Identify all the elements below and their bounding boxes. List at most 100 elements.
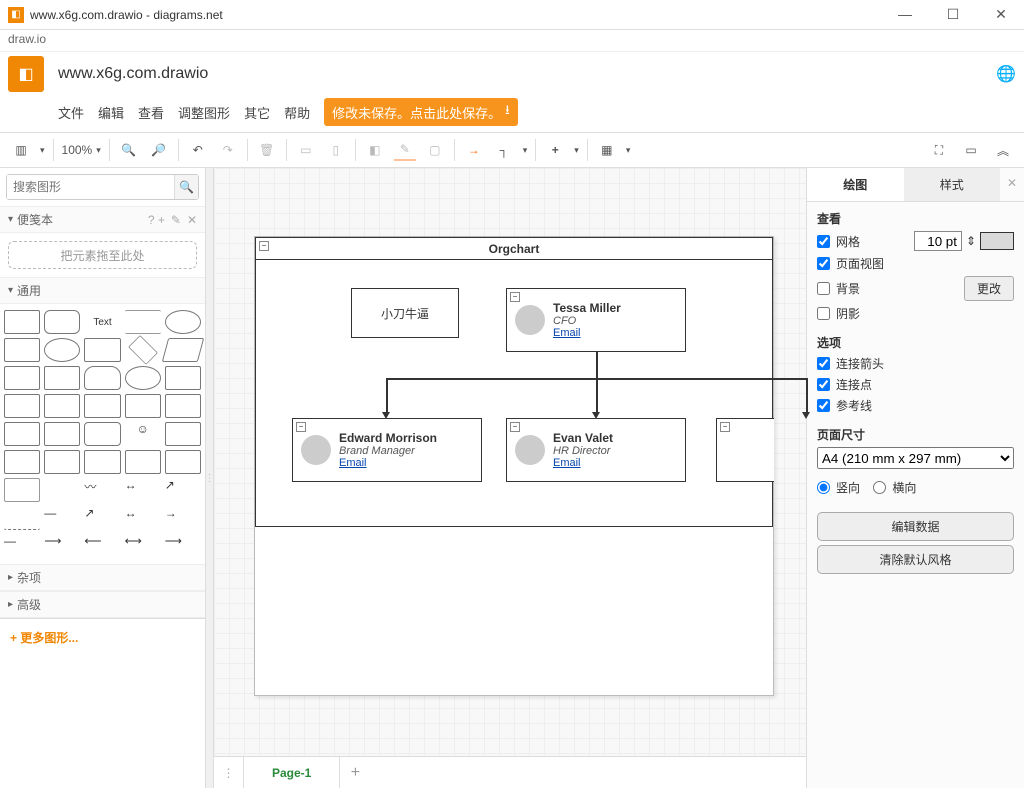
chevron-down-icon[interactable]: ▾ (574, 145, 579, 156)
menu-help[interactable]: 帮助 (284, 103, 310, 122)
email-link[interactable]: Email (553, 457, 613, 469)
grid-size-input[interactable] (914, 231, 962, 251)
shape-lb[interactable]: ⟶ (44, 534, 80, 558)
shape-dash[interactable] (4, 506, 40, 530)
shape-parallel[interactable] (162, 338, 205, 362)
grid-step-icon[interactable]: ⇕ (966, 234, 976, 248)
email-link[interactable]: Email (339, 457, 437, 469)
advanced-header[interactable]: ▸高级 (0, 591, 205, 618)
pageview-checkbox[interactable]: 页面视图 (817, 255, 1014, 272)
tab-draw[interactable]: 绘图 (807, 168, 904, 201)
conn-point-checkbox[interactable]: 连接点 (817, 376, 1014, 393)
grid-color-swatch[interactable] (980, 232, 1014, 250)
shape-process[interactable] (84, 338, 120, 362)
shape-g[interactable] (44, 422, 80, 446)
shadow-checkbox[interactable]: 阴影 (817, 305, 1014, 322)
node-hr[interactable]: − Evan Valet HR Director Email (506, 418, 686, 482)
shape-or[interactable] (4, 450, 40, 474)
shape-cube[interactable] (125, 450, 161, 474)
shape-lc[interactable]: ⟵ (84, 534, 120, 558)
shape-d[interactable] (125, 394, 161, 418)
splitter[interactable]: ⋮ (206, 168, 214, 788)
menu-adjust[interactable]: 调整图形 (178, 103, 230, 122)
menu-edit[interactable]: 编辑 (98, 103, 124, 122)
add-page-button[interactable]: + (340, 764, 370, 782)
add-icon[interactable]: + (544, 139, 566, 161)
conn-arrow-checkbox[interactable]: 连接箭头 (817, 355, 1014, 372)
node-cfo[interactable]: − Tessa Miller CFO Email (506, 288, 686, 352)
connection-icon[interactable]: → (463, 139, 485, 161)
shadow-icon[interactable]: ▢ (424, 139, 446, 161)
shape-la[interactable]: — (4, 534, 40, 558)
shape-arrow[interactable]: ↗ (165, 478, 201, 502)
pagesize-select[interactable]: A4 (210 mm x 297 mm) (817, 447, 1014, 469)
close-icon[interactable]: ✕ (187, 213, 197, 227)
shape-cyl[interactable] (84, 366, 120, 390)
shape-l4[interactable]: → (165, 506, 201, 530)
redo-icon[interactable]: ↷ (217, 139, 239, 161)
menu-file[interactable]: 文件 (58, 103, 84, 122)
menu-view[interactable]: 查看 (138, 103, 164, 122)
shape-step[interactable] (165, 450, 201, 474)
tab-style[interactable]: 样式 (904, 168, 1001, 201)
shape-circle[interactable] (44, 338, 80, 362)
shape-roundrect[interactable] (44, 310, 80, 334)
shape-doc[interactable] (165, 366, 201, 390)
shape-e[interactable] (165, 394, 201, 418)
chevron-down-icon[interactable]: ▾ (523, 145, 528, 156)
shape-diamond[interactable] (128, 335, 158, 365)
general-header[interactable]: ▾通用 (0, 277, 205, 304)
landscape-radio[interactable]: 横向 (873, 479, 916, 496)
email-link[interactable]: Email (553, 327, 621, 339)
zoom-value[interactable]: 100% (62, 143, 93, 157)
globe-icon[interactable]: 🌐 (996, 64, 1016, 84)
unsaved-warning[interactable]: 修改未保存。点击此处保存。 ⭳ (324, 98, 518, 126)
shape-square[interactable] (4, 338, 40, 362)
shape-b[interactable] (44, 394, 80, 418)
chevron-down-icon[interactable]: ▾ (626, 145, 631, 156)
portrait-radio[interactable]: 竖向 (817, 479, 860, 496)
shape-le[interactable]: ⟶ (165, 534, 201, 558)
shape-l1[interactable]: — (44, 506, 80, 530)
search-input[interactable] (7, 175, 174, 199)
edit-icon[interactable]: ✎ (171, 213, 181, 227)
search-icon[interactable]: 🔍 (174, 175, 198, 199)
shape-actor[interactable]: ☺ (125, 422, 161, 446)
back-icon[interactable]: ▯ (325, 139, 347, 161)
line-icon[interactable]: ✎ (394, 139, 416, 161)
maximize-button[interactable]: ☐ (938, 6, 968, 23)
grid-checkbox[interactable]: 网格 ⇕ (817, 231, 1014, 251)
fill-icon[interactable]: ◧ (364, 139, 386, 161)
orgchart-container[interactable]: − Orgchart 小刀牛逼 − Tessa Miller CFO Email (255, 237, 773, 527)
shape-textbox[interactable] (125, 310, 161, 334)
node-1[interactable]: 小刀牛逼 (351, 288, 459, 338)
filename[interactable]: www.x6g.com.drawio (58, 65, 208, 83)
front-icon[interactable]: ▭ (295, 139, 317, 161)
node-brand[interactable]: − Edward Morrison Brand Manager Email (292, 418, 482, 482)
menu-other[interactable]: 其它 (244, 103, 270, 122)
shape-cloud[interactable] (125, 366, 161, 390)
chevron-down-icon[interactable]: ▾ (96, 145, 101, 156)
shape-a[interactable] (4, 394, 40, 418)
fold-icon[interactable]: − (720, 422, 730, 432)
close-panel-icon[interactable]: ✕ (1000, 168, 1024, 201)
fold-icon[interactable]: − (510, 422, 520, 432)
shape-tri[interactable] (44, 366, 80, 390)
shape-callout[interactable] (84, 422, 120, 446)
waypoint-icon[interactable]: ┐ (493, 139, 515, 161)
shape-data[interactable] (84, 450, 120, 474)
scratchpad-header[interactable]: ▾便笺本 ? +✎✕ (0, 206, 205, 233)
shape-rect[interactable] (4, 310, 40, 334)
layout-icon[interactable]: ▥ (10, 139, 32, 161)
background-checkbox[interactable]: 背景更改 (817, 276, 1014, 301)
table-icon[interactable]: ▦ (596, 139, 618, 161)
shape-and[interactable] (44, 450, 80, 474)
close-button[interactable]: ✕ (986, 6, 1016, 23)
delete-icon[interactable]: 🗑 (256, 139, 278, 161)
undo-icon[interactable]: ↶ (187, 139, 209, 161)
shape-f[interactable] (4, 422, 40, 446)
canvas[interactable]: − Orgchart 小刀牛逼 − Tessa Miller CFO Email (214, 168, 806, 788)
misc-header[interactable]: ▸杂项 (0, 564, 205, 591)
collapse-icon[interactable]: ︽ (992, 139, 1014, 161)
fold-icon[interactable]: − (510, 292, 520, 302)
